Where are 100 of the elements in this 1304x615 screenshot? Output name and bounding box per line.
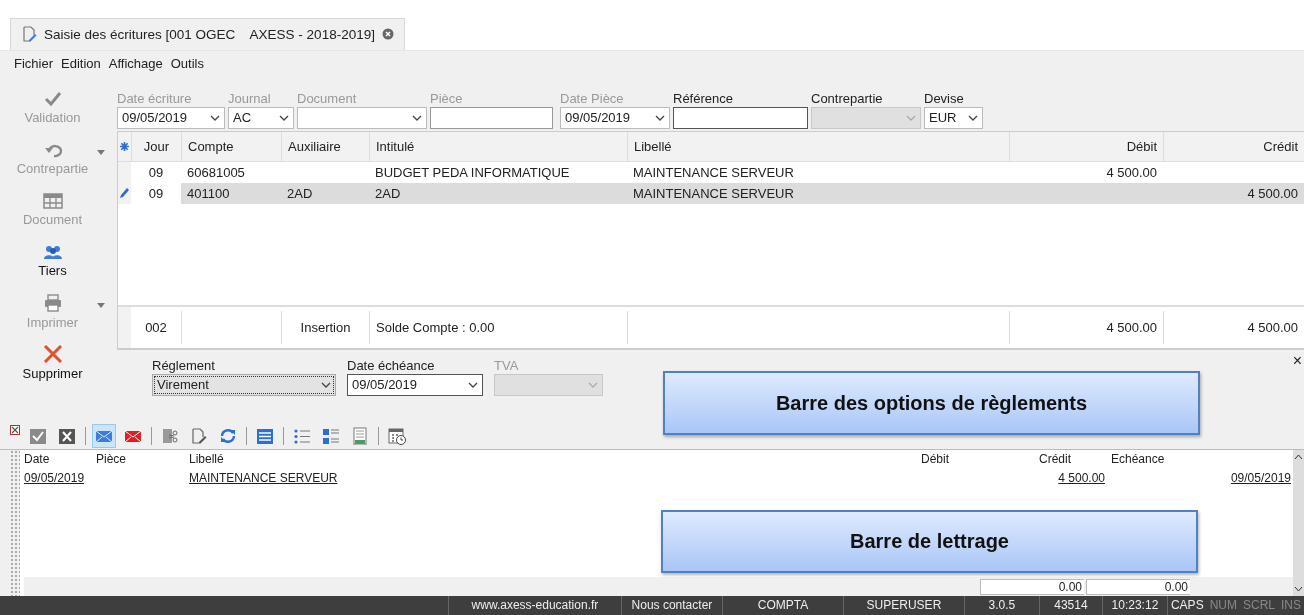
chevron-icon — [279, 114, 289, 121]
table-cell-text: 4 500.00 — [1105, 163, 1158, 182]
column-header: Débit — [920, 452, 950, 466]
status-item: Nous contacter — [620, 596, 722, 615]
status-item: CAPS — [1166, 596, 1207, 615]
column-header[interactable]: Jour — [131, 131, 181, 161]
link[interactable]: 4 500.00 — [1058, 471, 1105, 485]
status-item: COMPTA — [721, 596, 843, 615]
status-item: INS — [1280, 597, 1302, 614]
dropdown-field[interactable]: AC — [228, 106, 294, 129]
column-header[interactable]: Compte — [181, 131, 281, 161]
table-cell-text: MAINTENANCE SERVEUR — [632, 163, 795, 182]
chevron-icon — [588, 381, 598, 388]
column-header: Date — [24, 452, 51, 466]
table-cell: Insertion — [281, 310, 369, 344]
row-header — [118, 306, 131, 348]
link[interactable]: 09/05/2019 — [24, 471, 85, 485]
status-item: 10:23:12 — [1101, 596, 1167, 615]
field-label: Référence — [673, 90, 734, 106]
chevron-icon — [412, 114, 422, 121]
sidebar-button[interactable]: Tiers — [0, 235, 105, 287]
field-label: Devise — [924, 90, 965, 106]
field-label: TVA — [494, 357, 520, 373]
chevron-icon — [968, 114, 978, 121]
table-cell: 4 500.00 — [1009, 310, 1163, 344]
total-field: 0.00 — [1086, 578, 1190, 595]
callout-label: Barre de lettrage — [661, 510, 1198, 573]
menu-item[interactable]: Outils — [170, 56, 204, 72]
close-icon[interactable] — [381, 28, 394, 41]
chevron-icon — [468, 381, 478, 388]
field-label: Pièce — [430, 90, 464, 106]
table-icon — [42, 193, 63, 210]
status-item: NUM — [1208, 597, 1238, 614]
field-label: Contrepartie — [811, 90, 884, 106]
scrollbar[interactable] — [1293, 449, 1304, 596]
envelope-icon[interactable] — [93, 425, 115, 448]
dropdown-field[interactable]: 09/05/2019 — [347, 373, 483, 396]
table-cell-text: 2AD — [374, 184, 402, 203]
table-cell-text: 401100 — [186, 184, 231, 203]
link[interactable]: 09/05/2019 — [1230, 471, 1291, 485]
column-header[interactable]: Auxiliaire — [281, 131, 369, 161]
table-cell-text: 09 — [147, 163, 165, 182]
selected-row[interactable]: 09 401100 2AD 2AD MAINTENANCE SERVEUR 4 500.00 — [118, 182, 1304, 204]
close-icon[interactable] — [10, 424, 20, 435]
table-cell-text: 4 500.00 — [1246, 184, 1299, 203]
dropdown-field[interactable]: 09/05/2019 — [560, 106, 670, 129]
column-header[interactable]: Débit — [1009, 131, 1163, 161]
callout-label: Barre des options de règlements — [663, 371, 1200, 435]
total-field: 0.00 — [980, 578, 1084, 595]
table-cell-text: 60681005 — [186, 163, 246, 182]
people-icon — [42, 244, 63, 261]
chevron-icon — [906, 114, 916, 121]
table-cell: 4 500.00 — [1163, 310, 1304, 344]
undo-icon — [43, 142, 62, 159]
scroll-down-icon[interactable] — [1294, 586, 1303, 592]
column-header[interactable]: Libellé — [627, 131, 1009, 161]
table-cell: Solde Compte : 0.00 — [369, 310, 627, 344]
link[interactable]: MAINTENANCE SERVEUR — [189, 471, 338, 485]
column-header: Echéance — [1110, 452, 1166, 466]
chevron-icon — [321, 381, 331, 388]
input-field[interactable] — [430, 106, 553, 129]
field-label: Date écriture — [117, 90, 193, 106]
menu-item[interactable]: Edition — [61, 56, 101, 72]
sidebar-button[interactable]: Supprimer — [0, 337, 105, 389]
column-header: Pièce — [96, 452, 128, 466]
document-tab[interactable]: Saisie des écritures [001 OGEC AXESS - 2018-2019] — [10, 17, 405, 50]
check-icon — [43, 91, 62, 108]
table-cell-text: MAINTENANCE SERVEUR — [632, 184, 795, 203]
column-header: Crédit — [1038, 452, 1072, 466]
table-cell-text: BUDGET PEDA INFORMATIQUE — [374, 163, 571, 182]
field-label: Journal — [228, 90, 272, 106]
menu-item[interactable]: Affichage — [108, 56, 163, 72]
table-cell-text: 002 — [144, 318, 168, 337]
field-label: Document — [297, 90, 358, 106]
field-label: Date Pièce — [560, 90, 625, 106]
column-header: Libellé — [189, 452, 225, 466]
scroll-up-icon[interactable] — [1294, 453, 1303, 460]
table-cell: 09 — [131, 182, 181, 204]
status-item: SCRL — [1241, 597, 1276, 614]
status-item: www.axess-education.fr — [447, 596, 621, 615]
table-cell-text: 2AD — [286, 184, 314, 203]
dropdown-field[interactable]: 09/05/2019 — [117, 106, 225, 129]
calendar-clock-icon[interactable] — [386, 425, 408, 448]
field-label: Date échéance — [347, 357, 436, 373]
chevron-icon — [655, 114, 665, 121]
column-header[interactable]: Crédit — [1163, 131, 1304, 161]
dropdown-field[interactable] — [297, 106, 427, 129]
menu-item[interactable]: Fichier — [14, 56, 53, 72]
row-header[interactable] — [118, 182, 131, 204]
chevron-icon — [210, 114, 220, 121]
dropdown-field[interactable]: EUR — [924, 106, 983, 129]
printer-icon — [42, 294, 63, 313]
column-header[interactable]: Intitulé — [369, 131, 627, 161]
field-label: Réglement — [152, 357, 216, 373]
close-button[interactable]: × — [1292, 351, 1302, 370]
dropdown-field[interactable]: Virement — [152, 373, 336, 396]
input-field[interactable] — [673, 106, 808, 129]
document-edit-icon — [21, 26, 37, 43]
status-item: 3.0.5 — [963, 596, 1039, 615]
grip-handle[interactable] — [10, 449, 20, 596]
